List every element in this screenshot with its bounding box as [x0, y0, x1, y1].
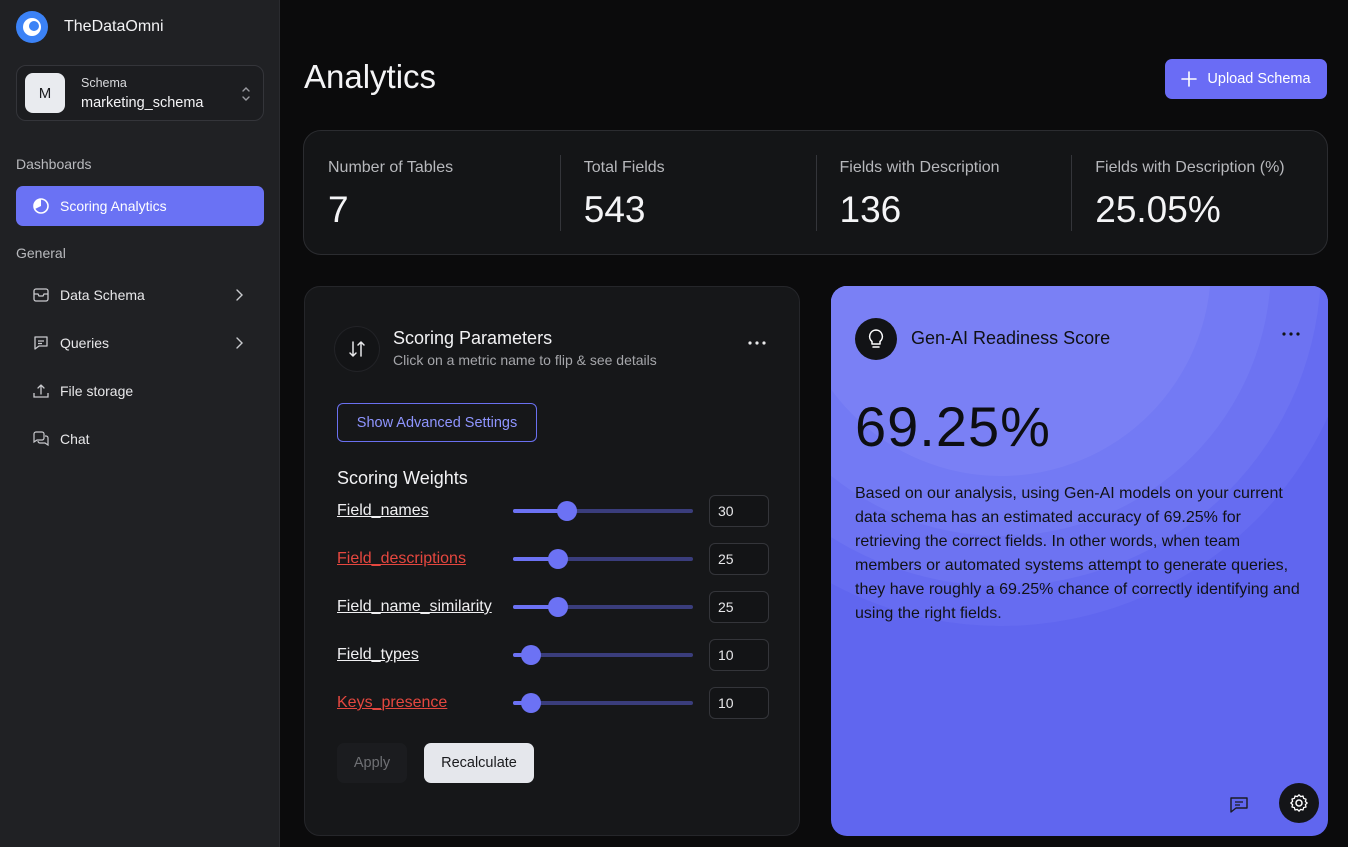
weight-row-field-name-similarity: Field_name_similarity	[337, 591, 769, 623]
page-title: Analytics	[304, 58, 437, 95]
slider-thumb[interactable]	[548, 549, 568, 569]
schema-label: Schema	[81, 75, 127, 90]
weight-name-link[interactable]: Field_names	[337, 502, 429, 520]
weight-row-field-names: Field_names	[337, 495, 769, 527]
weight-row-keys-presence: Keys_presence	[337, 687, 769, 719]
sidebar-item-file-storage[interactable]: File storage	[16, 371, 264, 411]
weight-row-field-types: Field_types	[337, 639, 769, 671]
weight-slider[interactable]	[513, 597, 693, 617]
sort-arrows-icon	[335, 327, 379, 371]
slider-thumb[interactable]	[548, 597, 568, 617]
more-options-icon[interactable]	[1281, 331, 1301, 337]
weight-input[interactable]	[709, 543, 769, 575]
brand[interactable]: TheDataOmni	[16, 11, 164, 43]
chevron-right-icon	[236, 337, 243, 349]
settings-button[interactable]	[1279, 783, 1319, 823]
readiness-title: Gen-AI Readiness Score	[911, 328, 1111, 348]
weight-name-link[interactable]: Keys_presence	[337, 694, 447, 712]
more-options-icon[interactable]	[747, 340, 767, 346]
weight-input[interactable]	[709, 639, 769, 671]
readiness-description: Based on our analysis, using Gen-AI mode…	[855, 485, 1300, 622]
app-name: TheDataOmni	[64, 18, 164, 35]
stat-value: 7	[328, 189, 349, 230]
show-advanced-settings-button[interactable]: Show Advanced Settings	[337, 403, 537, 442]
weight-slider[interactable]	[513, 549, 693, 569]
stat-value: 543	[583, 189, 646, 230]
scoring-parameters-title: Scoring Parameters	[393, 328, 553, 348]
weight-name-link[interactable]: Field_name_similarity	[337, 598, 492, 616]
weight-input[interactable]	[709, 495, 769, 527]
slider-thumb[interactable]	[557, 501, 577, 521]
scoring-parameters-card: Scoring Parameters Click on a metric nam…	[304, 286, 800, 836]
stat-value: 25.05%	[1095, 189, 1221, 230]
stat-fields-with-description-percent: Fields with Description (%) 25.05%	[1071, 131, 1327, 254]
dashboards-section-label: Dashboards	[16, 156, 92, 172]
gear-icon	[1290, 794, 1308, 812]
sidebar-item-data-schema[interactable]: Data Schema	[16, 275, 264, 315]
sidebar-item-label: Scoring Analytics	[60, 198, 167, 214]
pie-chart-icon	[33, 198, 49, 214]
weight-input[interactable]	[709, 591, 769, 623]
weight-row-field-descriptions: Field_descriptions	[337, 543, 769, 575]
stat-number-of-tables: Number of Tables 7	[304, 131, 560, 254]
weight-name-link[interactable]: Field_types	[337, 646, 419, 664]
stat-label: Fields with Description (%)	[1095, 159, 1285, 176]
chevrons-up-down-icon	[242, 87, 250, 101]
plus-icon	[1181, 71, 1198, 87]
upload-icon	[33, 384, 49, 398]
stat-total-fields: Total Fields 543	[559, 131, 816, 254]
general-section-label: General	[16, 245, 66, 261]
sidebar-item-chat[interactable]: Chat	[16, 419, 264, 459]
lightbulb-icon	[855, 318, 897, 360]
stat-value: 136	[839, 189, 902, 230]
app-logo-icon	[16, 11, 48, 43]
scoring-parameters-subtitle: Click on a metric name to flip & see det…	[393, 352, 657, 368]
message-square-icon	[34, 336, 48, 350]
chat-bubbles-icon	[33, 431, 49, 447]
stat-label: Fields with Description	[839, 159, 1000, 176]
stat-label: Number of Tables	[328, 159, 454, 176]
weight-name-link[interactable]: Field_descriptions	[337, 550, 466, 568]
chevron-right-icon	[236, 289, 243, 301]
recalculate-button[interactable]: Recalculate	[424, 743, 534, 783]
weight-slider[interactable]	[513, 693, 693, 713]
sidebar-item-label: Data Schema	[60, 287, 145, 303]
apply-button[interactable]: Apply	[337, 743, 407, 783]
stats-panel: Number of Tables 7 Total Fields 543 Fiel…	[303, 130, 1328, 255]
stat-fields-with-description: Fields with Description 136	[815, 131, 1072, 254]
readiness-score-value: 69.25%	[855, 395, 1051, 458]
weight-input[interactable]	[709, 687, 769, 719]
sidebar-item-label: Queries	[60, 335, 110, 351]
slider-thumb[interactable]	[521, 645, 541, 665]
schema-avatar: M	[25, 73, 65, 113]
sidebar-item-label: Chat	[60, 431, 90, 447]
weight-slider[interactable]	[513, 645, 693, 665]
upload-schema-label: Upload Schema	[1207, 71, 1311, 87]
sidebar-item-label: File storage	[60, 383, 134, 399]
slider-thumb[interactable]	[521, 693, 541, 713]
inbox-icon	[33, 288, 49, 302]
schema-value: marketing_schema	[81, 94, 204, 111]
schema-selector[interactable]: M Schema marketing_schema	[16, 65, 264, 121]
upload-schema-button[interactable]: Upload Schema	[1165, 59, 1327, 99]
stat-label: Total Fields	[583, 159, 665, 176]
weight-slider[interactable]	[513, 501, 693, 521]
message-icon[interactable]	[1229, 796, 1249, 814]
sidebar-item-scoring-analytics[interactable]: Scoring Analytics	[16, 186, 264, 226]
readiness-score-card: Gen-AI Readiness Score 69.25% Based on o…	[831, 286, 1328, 836]
sidebar-item-queries[interactable]: Queries	[16, 323, 264, 363]
scoring-weights-title: Scoring Weights	[337, 468, 468, 488]
sidebar: TheDataOmni M Schema marketing_schema Da…	[0, 0, 280, 847]
